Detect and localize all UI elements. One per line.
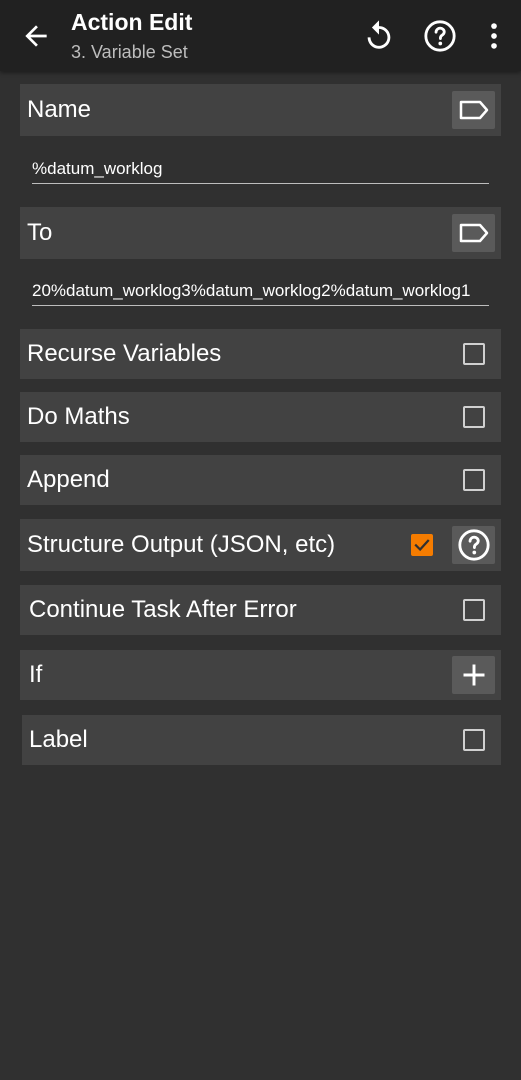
recurse-variables-checkbox[interactable]: [463, 343, 485, 365]
name-tag-button[interactable]: [452, 91, 495, 129]
page-title: Action Edit: [71, 9, 193, 35]
plus-icon: [463, 664, 484, 686]
help-circle-icon: [457, 529, 490, 561]
checkmark-icon: [414, 539, 430, 552]
more-vert-icon[interactable]: [477, 19, 511, 53]
to-value: 20%datum_worklog3%datum_worklog2%datum_w…: [32, 281, 471, 300]
label-checkbox[interactable]: [463, 729, 485, 751]
continue-after-error-label: Continue Task After Error: [29, 596, 297, 623]
label-row[interactable]: Label: [22, 715, 501, 765]
label-tag-icon: [459, 100, 488, 120]
recurse-variables-row[interactable]: Recurse Variables: [20, 329, 501, 379]
app-bar: Action Edit 3. Variable Set: [0, 0, 521, 71]
to-tag-button[interactable]: [452, 214, 495, 252]
structure-output-row[interactable]: Structure Output (JSON, etc): [20, 519, 501, 571]
structure-output-help-button[interactable]: [452, 526, 495, 564]
to-input[interactable]: 20%datum_worklog3%datum_worklog2%datum_w…: [32, 276, 489, 306]
to-label: To: [27, 219, 53, 246]
structure-output-label: Structure Output (JSON, etc): [27, 531, 336, 558]
do-maths-checkbox[interactable]: [463, 406, 485, 428]
to-row: To: [20, 207, 501, 259]
undo-icon[interactable]: [362, 19, 396, 53]
name-value: %datum_worklog: [32, 159, 163, 178]
continue-after-error-row[interactable]: Continue Task After Error: [20, 585, 501, 635]
structure-output-checkbox[interactable]: [411, 534, 433, 556]
add-condition-button[interactable]: [452, 656, 495, 694]
append-checkbox[interactable]: [463, 469, 485, 491]
label-label: Label: [29, 726, 88, 753]
append-label: Append: [27, 466, 110, 493]
name-label: Name: [27, 96, 92, 123]
if-label: If: [29, 661, 43, 688]
help-circle-icon[interactable]: [423, 19, 457, 53]
name-row: Name: [20, 84, 501, 136]
name-input[interactable]: %datum_worklog: [32, 154, 489, 184]
append-row[interactable]: Append: [20, 455, 501, 505]
continue-after-error-checkbox[interactable]: [463, 599, 485, 621]
label-tag-icon: [459, 223, 488, 243]
if-row: If: [20, 650, 501, 700]
arrow-back-icon[interactable]: [20, 20, 52, 52]
do-maths-row[interactable]: Do Maths: [20, 392, 501, 442]
page-subtitle: 3. Variable Set: [71, 42, 188, 62]
do-maths-label: Do Maths: [27, 403, 130, 430]
recurse-variables-label: Recurse Variables: [27, 340, 222, 367]
